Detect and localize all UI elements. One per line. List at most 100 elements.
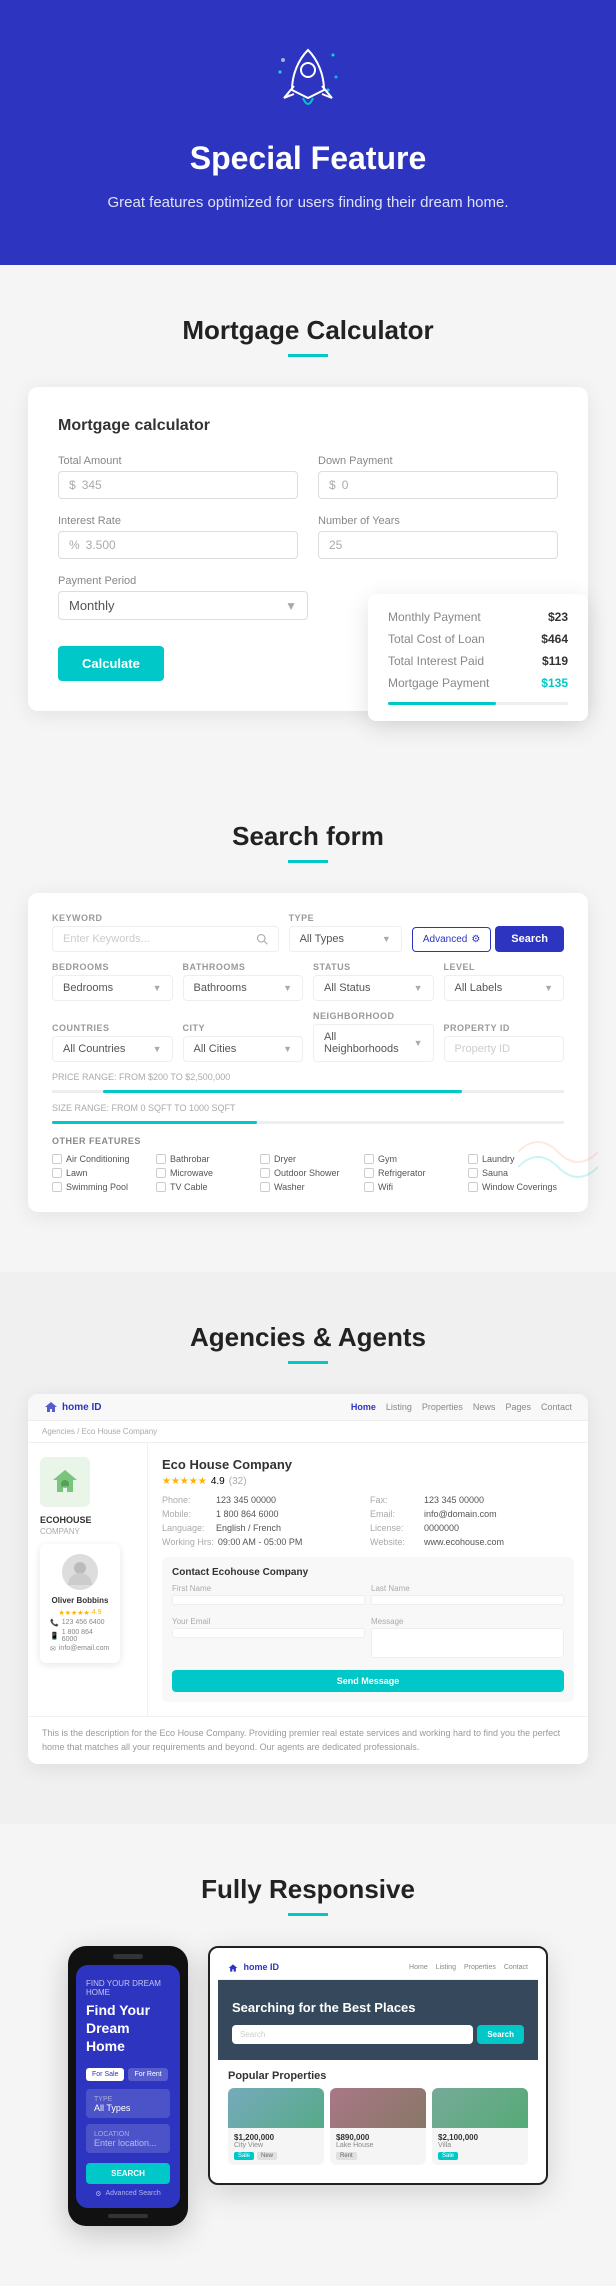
type-label: TYPE [289,913,402,923]
nav-pages[interactable]: Pages [505,1402,531,1412]
tablet-nav-listing[interactable]: Listing [436,1964,456,1971]
agent-mobile-val: 1 800 864 6000 [62,1629,110,1643]
property-price-3: $2,100,000 [438,2133,522,2142]
phone-notch [113,1954,143,1959]
tablet-search-input[interactable]: Search [232,2025,473,2044]
type-select[interactable]: All Types ▼ [289,926,402,952]
feature-label: Gym [378,1154,397,1164]
last-name-input[interactable] [371,1595,564,1605]
feature-checkbox[interactable] [52,1182,62,1192]
phone-type-label: TYPE [94,2096,112,2103]
email-form-input[interactable] [172,1628,365,1638]
feature-checkbox[interactable] [260,1182,270,1192]
type-field: TYPE All Types ▼ [289,913,402,952]
down-payment-input[interactable]: $ 0 [318,471,558,499]
tablet-nav-contact[interactable]: Contact [504,1964,528,1971]
breadcrumb-text: Agencies / Eco House Company [42,1427,157,1436]
price-range-bar[interactable] [52,1090,564,1093]
phone-name-field[interactable]: LOCATION Enter location... [86,2124,170,2153]
phone-name-placeholder: Enter location... [94,2138,162,2148]
city-select[interactable]: All Cities ▼ [183,1036,304,1062]
search-row-3: COUNTRIES All Countries ▼ CITY All Citie… [52,1011,564,1062]
bedrooms-select[interactable]: Bedrooms ▼ [52,975,173,1001]
feature-checkbox[interactable] [468,1168,478,1178]
language-label: Language: [162,1523,212,1533]
phone-type-field[interactable]: TYPE All Types [86,2089,170,2118]
chevron-icon: ▼ [382,934,391,944]
countries-select[interactable]: All Countries ▼ [52,1036,173,1062]
company-rating-count: (32) [229,1476,247,1487]
search-button[interactable]: Search [495,926,564,952]
feature-checkbox[interactable] [364,1168,374,1178]
responsive-section: Fully Responsive FIND YOUR DREAM HOME Fi… [0,1824,616,2286]
phone-icon: 📞 [50,1619,59,1627]
keyword-label: KEYWORD [52,913,279,923]
company-rating: ★★★★★ 4.9 (32) [162,1476,574,1487]
calc-row-rate: Interest Rate % 3.500 Number of Years 25 [58,515,558,559]
feature-checkbox[interactable] [156,1154,166,1164]
first-name-input[interactable] [172,1595,365,1605]
property-body-3: $2,100,000 Villa Sale [432,2128,528,2165]
email-form-label: Your Email [172,1617,365,1626]
years-input[interactable]: 25 [318,531,558,559]
tablet-header: home ID Home Listing Properties Contact [218,1956,538,1980]
size-range-fill [52,1121,257,1124]
size-range-bar[interactable] [52,1121,564,1124]
nav-properties[interactable]: Properties [422,1402,463,1412]
feature-checkbox[interactable] [52,1154,62,1164]
feature-checkbox[interactable] [468,1154,478,1164]
phone-tab-rent[interactable]: For Rent [128,2068,167,2081]
feature-checkbox[interactable] [364,1154,374,1164]
nav-home[interactable]: Home [351,1402,376,1412]
keyword-field: KEYWORD Enter Keywords... [52,913,279,952]
advanced-button[interactable]: Advanced ⚙ [412,927,491,952]
payment-period-select[interactable]: Monthly ▼ [58,591,308,620]
tablet-nav-properties[interactable]: Properties [464,1964,496,1971]
calculate-button[interactable]: Calculate [58,646,164,681]
feature-sauna: Sauna [468,1168,564,1178]
bathrooms-select[interactable]: Bathrooms ▼ [183,975,304,1001]
tag-sale: Sale [234,2152,254,2160]
nav-listing[interactable]: Listing [386,1402,412,1412]
interest-rate-input[interactable]: % 3.500 [58,531,298,559]
feature-checkbox[interactable] [468,1182,478,1192]
tablet-search-button[interactable]: Search [477,2025,524,2044]
mortgage-payment-row: Mortgage Payment $135 [388,676,568,690]
phone-tab-sale[interactable]: For Sale [86,2068,124,2081]
agency-app-logo: home ID [44,1400,101,1414]
feature-window-coverings: Window Coverings [468,1182,564,1192]
feature-checkbox[interactable] [260,1154,270,1164]
total-cost-row: Total Cost of Loan $464 [388,632,568,646]
phone-advanced-label[interactable]: Advanced Search [106,2190,161,2197]
app-name: home ID [62,1402,101,1413]
email-field: Your Email [172,1617,365,1658]
tablet-nav-home[interactable]: Home [409,1964,428,1971]
keyword-input[interactable]: Enter Keywords... [52,926,279,952]
feature-label: Wifi [378,1182,393,1192]
other-features-title: OTHER FEATURES [52,1136,564,1146]
feature-checkbox[interactable] [156,1168,166,1178]
feature-label: Air Conditioning [66,1154,130,1164]
total-amount-input[interactable]: $ 345 [58,471,298,499]
send-message-button[interactable]: Send Message [172,1670,564,1692]
message-label: Message [371,1617,564,1626]
nav-contact[interactable]: Contact [541,1402,572,1412]
feature-checkbox[interactable] [156,1182,166,1192]
agent-rating: ★★★★★ 4.9 [50,1609,110,1617]
feature-checkbox[interactable] [260,1168,270,1178]
status-select[interactable]: All Status ▼ [313,975,434,1001]
level-select[interactable]: All Labels ▼ [444,975,565,1001]
property-id-input[interactable]: Property ID [444,1036,565,1062]
tag-sale-3: Sale [438,2152,458,2160]
feature-label: Microwave [170,1168,213,1178]
license-label: License: [370,1523,420,1533]
feature-checkbox[interactable] [52,1168,62,1178]
message-input[interactable] [371,1628,564,1658]
feature-label: Outdoor Shower [274,1168,340,1178]
chevron-icon: ▼ [283,983,292,993]
phone-search-button[interactable]: SEARCH [86,2163,170,2184]
neighborhood-select[interactable]: All Neighborhoods ▼ [313,1024,434,1062]
nav-news[interactable]: News [473,1402,496,1412]
feature-checkbox[interactable] [364,1182,374,1192]
responsive-section-divider [288,1913,328,1916]
